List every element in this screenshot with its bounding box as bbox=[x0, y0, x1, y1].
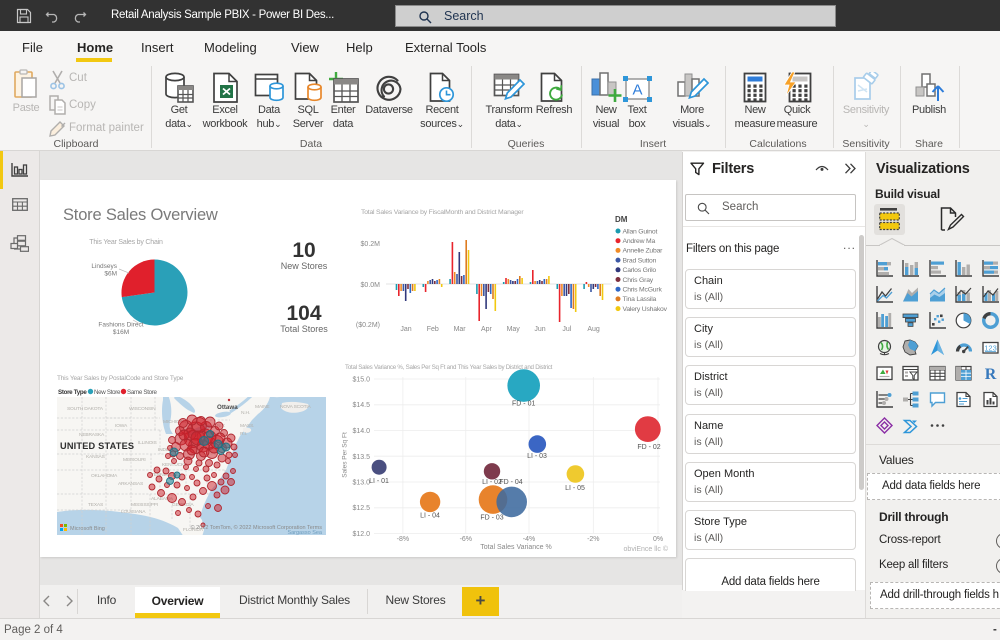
svg-text:FD - 02: FD - 02 bbox=[637, 444, 660, 451]
svg-text:$13.5: $13.5 bbox=[352, 454, 370, 461]
svg-text:OKLAHOMA: OKLAHOMA bbox=[91, 473, 118, 479]
svg-text:MAINE: MAINE bbox=[255, 404, 270, 410]
svg-text:Mar: Mar bbox=[454, 326, 467, 333]
svg-text:Jun: Jun bbox=[534, 326, 545, 333]
svg-text:$14.5: $14.5 bbox=[352, 402, 370, 409]
svg-text:Total Stores: Total Stores bbox=[280, 324, 328, 334]
svg-text:obviEnce llc ©: obviEnce llc © bbox=[624, 545, 669, 553]
svg-text:-2%: -2% bbox=[587, 536, 599, 543]
svg-text:N.H.: N.H. bbox=[241, 410, 250, 416]
svg-text:Annelie Zubar: Annelie Zubar bbox=[623, 248, 664, 255]
svg-text:ILLINOIS: ILLINOIS bbox=[138, 440, 157, 446]
svg-text:IOWA: IOWA bbox=[115, 423, 128, 429]
svg-text:0%: 0% bbox=[653, 536, 663, 543]
svg-text:Total Sales Variance by Fiscal: Total Sales Variance by FiscalMonth and … bbox=[361, 209, 524, 216]
svg-text:-6%: -6% bbox=[460, 536, 472, 543]
svg-text:LI - 05: LI - 05 bbox=[565, 485, 585, 492]
svg-text:10: 10 bbox=[292, 239, 315, 262]
svg-text:Store Type: Store Type bbox=[58, 389, 87, 396]
svg-text:Jan: Jan bbox=[400, 326, 411, 333]
svg-text:Sales Per Sq Ft: Sales Per Sq Ft bbox=[342, 432, 349, 478]
svg-text:FD - 04: FD - 04 bbox=[499, 479, 522, 486]
svg-text:104: 104 bbox=[286, 302, 321, 325]
svg-text:Sargasso Sea: Sargasso Sea bbox=[287, 530, 322, 536]
svg-text:FD - 03: FD - 03 bbox=[480, 515, 503, 522]
svg-text:Tina Lassila: Tina Lassila bbox=[623, 296, 657, 303]
svg-text:This Year Sales by PostalCode: This Year Sales by PostalCode and Store … bbox=[57, 375, 184, 382]
svg-text:Chris Gray: Chris Gray bbox=[623, 277, 654, 284]
svg-text:$0.0M: $0.0M bbox=[361, 282, 381, 289]
svg-text:Feb: Feb bbox=[427, 326, 439, 333]
svg-text:Microsoft Bing: Microsoft Bing bbox=[70, 526, 105, 532]
svg-text:($0.2M): ($0.2M) bbox=[356, 322, 380, 329]
svg-text:Ottawa: Ottawa bbox=[217, 404, 238, 411]
svg-text:NOVA SCOTIA: NOVA SCOTIA bbox=[280, 404, 312, 410]
svg-text:MISSISSIPPI: MISSISSIPPI bbox=[131, 502, 158, 508]
svg-text:LI - 04: LI - 04 bbox=[420, 513, 440, 520]
svg-text:Allan Guinot: Allan Guinot bbox=[623, 228, 658, 235]
svg-text:-4%: -4% bbox=[523, 536, 535, 543]
svg-text:$6M: $6M bbox=[104, 271, 117, 278]
svg-text:Lindseys: Lindseys bbox=[91, 263, 117, 270]
svg-text:New Stores: New Stores bbox=[281, 261, 328, 271]
svg-text:Andrew Ma: Andrew Ma bbox=[623, 238, 656, 245]
svg-text:This Year Sales by Chain: This Year Sales by Chain bbox=[89, 239, 163, 246]
svg-text:Valery Ushakov: Valery Ushakov bbox=[623, 306, 668, 313]
svg-text:A: A bbox=[632, 82, 642, 99]
svg-text:Carlos Grilo: Carlos Grilo bbox=[623, 267, 657, 274]
svg-text:-8%: -8% bbox=[397, 536, 409, 543]
svg-text:WISCONSIN: WISCONSIN bbox=[129, 406, 156, 412]
svg-text:LI - 03: LI - 03 bbox=[527, 453, 547, 460]
svg-text:LI - 01: LI - 01 bbox=[369, 478, 389, 485]
svg-text:ARKANSAS: ARKANSAS bbox=[118, 481, 144, 487]
svg-text:MISSOURI: MISSOURI bbox=[123, 457, 146, 463]
svg-text:$12.5: $12.5 bbox=[352, 505, 370, 512]
svg-text:TEXAS: TEXAS bbox=[88, 502, 104, 508]
svg-text:UNITED STATES: UNITED STATES bbox=[60, 441, 134, 451]
svg-text:Chris McGurk: Chris McGurk bbox=[623, 287, 663, 294]
svg-text:FD - 01: FD - 01 bbox=[512, 401, 535, 408]
svg-text:Store Sales Overview: Store Sales Overview bbox=[63, 206, 218, 224]
svg-text:$14.0: $14.0 bbox=[352, 428, 370, 435]
svg-text:Jul: Jul bbox=[562, 326, 571, 333]
svg-text:LOUISIANA: LOUISIANA bbox=[121, 509, 146, 515]
svg-text:$16M: $16M bbox=[113, 329, 129, 336]
svg-text:Aug: Aug bbox=[587, 326, 600, 333]
svg-text:$0.2M: $0.2M bbox=[361, 241, 381, 248]
svg-text:MASS.: MASS. bbox=[240, 423, 254, 429]
svg-text:R.I.: R.I. bbox=[240, 431, 247, 437]
svg-text:SOUTH DAKOTA: SOUTH DAKOTA bbox=[67, 406, 104, 412]
svg-text:KANSAS: KANSAS bbox=[86, 454, 106, 460]
svg-text:$13.0: $13.0 bbox=[352, 480, 370, 487]
svg-text:Brad Sutton: Brad Sutton bbox=[623, 257, 657, 264]
svg-text:$15.0: $15.0 bbox=[352, 377, 370, 384]
svg-text:NEBRASKA: NEBRASKA bbox=[79, 432, 105, 438]
svg-text:Same Store: Same Store bbox=[127, 389, 158, 396]
svg-text:R: R bbox=[984, 366, 996, 382]
svg-text:DM: DM bbox=[615, 215, 628, 224]
svg-text:May: May bbox=[507, 326, 521, 333]
svg-text:New Store: New Store bbox=[94, 389, 121, 396]
svg-text:Total Sales Variance %: Total Sales Variance % bbox=[480, 544, 551, 551]
svg-text:Apr: Apr bbox=[481, 326, 493, 333]
svg-text:$12.0: $12.0 bbox=[352, 531, 370, 538]
